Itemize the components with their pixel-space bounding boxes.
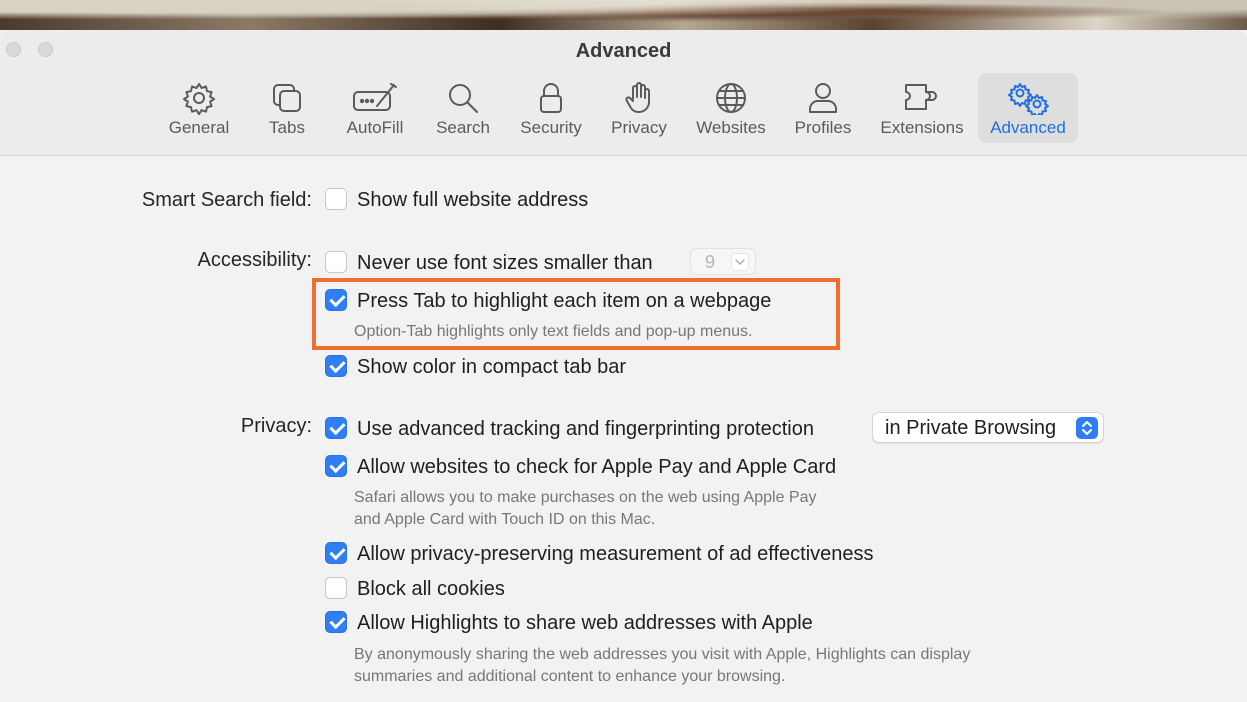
apple-pay-description-line1: Safari allows you to make purchases on t… [354,489,817,506]
tab-search[interactable]: Search [428,73,498,143]
tab-advanced[interactable]: Advanced [978,73,1078,143]
tab-autofill[interactable]: AutoFill [336,73,414,143]
tab-label: Security [520,118,582,137]
window-title: Advanced [575,40,672,62]
highlights-row: Allow Highlights to share web addresses … [0,608,1247,636]
tab-label: Tabs [269,118,305,137]
apple-pay-text: Allow websites to check for Apple Pay an… [357,456,837,478]
font-size-row: Accessibility: Never use font sizes smal… [0,248,1247,276]
tracking-scope-popup[interactable]: in Private Browsing [872,412,1104,443]
toolbar: Advanced General Tabs AutoFill Search Se… [0,30,1247,156]
magnifier-icon [449,84,478,113]
smart-search-label: Smart Search field: [141,189,312,211]
tab-label: Privacy [611,118,667,137]
tab-label: Profiles [794,118,852,137]
preferences-tabs: General Tabs AutoFill Search Security Pr… [0,73,1247,145]
never-use-font-sizes-checkbox[interactable] [325,251,347,273]
globe-icon [716,83,746,113]
block-cookies-text: Block all cookies [357,578,505,600]
tab-label: Extensions [880,118,964,137]
privacy-label: Privacy: [240,415,312,437]
chevron-down-icon [731,253,749,271]
show-color-checkbox[interactable] [325,355,347,377]
desktop-wallpaper [0,0,1247,30]
highlights-checkbox[interactable] [325,611,347,633]
tab-label: Advanced [990,118,1066,137]
show-full-address-checkbox[interactable] [325,188,347,210]
font-size-select[interactable]: 9 [690,248,756,275]
highlights-text: Allow Highlights to share web addresses … [357,612,813,634]
gears-icon [1008,83,1049,115]
lock-icon [540,83,562,113]
ad-measurement-checkbox[interactable] [325,542,347,564]
highlights-description-line1: By anonymously sharing the web addresses… [354,646,971,663]
tab-security[interactable]: Security [510,73,592,143]
tab-label: General [168,118,230,137]
settings-window: Advanced General Tabs AutoFill Search Se… [0,30,1247,702]
tab-profiles[interactable]: Profiles [787,73,859,143]
annotation-highlight-box [312,278,840,350]
up-down-chevron-icon [1076,417,1098,439]
ad-measurement-row: Allow privacy-preserving measurement of … [0,539,1247,567]
puzzle-icon [905,84,937,110]
tracking-scope-value: in Private Browsing [885,417,1057,439]
tab-label: Search [436,118,490,137]
ad-measurement-text: Allow privacy-preserving measurement of … [357,543,874,565]
font-size-value: 9 [705,252,716,272]
tab-tabs[interactable]: Tabs [255,73,319,143]
tab-extensions[interactable]: Extensions [873,73,971,143]
smart-search-row: Smart Search field: Show full website ad… [0,185,1247,213]
advanced-tracking-row: Privacy: Use advanced tracking and finge… [0,412,1247,443]
tab-label: Websites [696,118,766,137]
gear-icon [182,83,216,115]
tab-general[interactable]: General [163,73,235,143]
tab-privacy[interactable]: Privacy [603,73,675,143]
show-color-row: Show color in compact tab bar [0,352,1247,380]
accessibility-label: Accessibility: [197,249,312,271]
apple-pay-row: Allow websites to check for Apple Pay an… [0,452,1247,480]
highlights-description-line2: summaries and additional content to enha… [354,668,786,685]
advanced-tracking-checkbox[interactable] [325,417,347,439]
never-use-font-sizes-text: Never use font sizes smaller than [357,252,653,274]
show-full-address-text: Show full website address [357,189,589,211]
tabs-icon [273,84,301,112]
apple-pay-description-line2: and Apple Card with Touch ID on this Mac… [354,511,656,528]
advanced-tracking-text: Use advanced tracking and fingerprinting… [357,418,814,440]
tab-label: AutoFill [346,118,404,137]
apple-pay-checkbox[interactable] [325,455,347,477]
show-color-text: Show color in compact tab bar [357,356,627,378]
block-cookies-checkbox[interactable] [325,577,347,599]
block-cookies-row: Block all cookies [0,574,1247,602]
person-icon [809,83,837,113]
hand-icon [625,82,650,113]
autofill-pencil-icon [353,83,397,111]
tab-websites[interactable]: Websites [689,73,773,143]
